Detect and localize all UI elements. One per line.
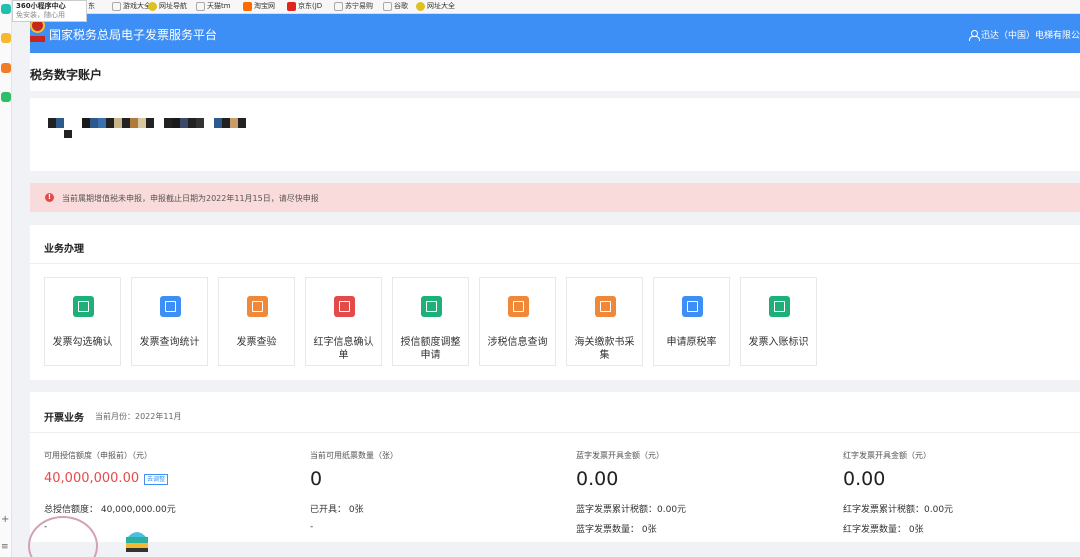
nav-icon <box>416 1 425 11</box>
invoicing-panel: 开票业务 当前月份：2022年11月 可用授信额度（申报前）（元） 40,000… <box>30 392 1080 542</box>
redacted-account-name <box>48 118 246 138</box>
bookmark-item[interactable]: 淘宝网 <box>243 1 275 11</box>
floating-mascot-icon[interactable] <box>122 527 152 553</box>
tile-invoice-query[interactable]: 发票查询统计 <box>131 277 208 366</box>
tile-customs-collection[interactable]: 海关缴款书采集 <box>566 277 643 366</box>
tile-credit-adjust[interactable]: 授信额度调整申请 <box>392 277 469 366</box>
folder-search-icon <box>508 296 529 317</box>
page-icon <box>383 1 392 11</box>
plus-icon[interactable]: + <box>1 515 11 525</box>
bookmark-item[interactable]: 游戏大全 <box>112 1 151 11</box>
bookmark-item[interactable]: 东 <box>88 1 95 11</box>
section-title: 开票业务 <box>44 413 84 424</box>
browser-sidebar: + ≡ <box>0 0 12 557</box>
tmall-icon <box>196 1 205 11</box>
bookmark-item[interactable]: 京东(JD <box>287 1 322 11</box>
red-doc-icon <box>334 296 355 317</box>
page-title: 税务数字账户 <box>30 68 103 82</box>
business-tiles: 发票勾选确认 发票查询统计 发票查验 红字信息确认单 授信额度调整申请 涉税信息… <box>44 277 817 366</box>
ticket-check-icon <box>247 296 268 317</box>
menu-icon[interactable]: ≡ <box>1 542 11 552</box>
credit-value: 40,000,000.00 <box>44 471 140 486</box>
divider <box>30 263 1080 264</box>
bookmarks-bar: 东 游戏大全 网址导航 天猫tm 淘宝网 京东(JD 苏宁易购 谷歌 网址大全 <box>0 0 1080 14</box>
tile-invoice-selection[interactable]: 发票勾选确认 <box>44 277 121 366</box>
account-panel <box>30 98 1080 171</box>
divider <box>30 432 1080 433</box>
declaration-alert: ! 当前属期增值税未申报，申报截止日期为2022年11月15日，请尽快申报 <box>30 183 1080 212</box>
taobao-icon <box>243 1 252 11</box>
nav-icon <box>148 1 157 11</box>
ticket-icon <box>73 296 94 317</box>
tile-red-letter-confirm[interactable]: 红字信息确认单 <box>305 277 382 366</box>
tax-emblem-logo <box>30 18 45 46</box>
tile-ledger-mark[interactable]: 发票入账标识 <box>740 277 817 366</box>
customs-icon <box>595 296 616 317</box>
page-icon <box>334 1 343 11</box>
bookmark-item[interactable]: 网址导航 <box>148 1 187 11</box>
app-header: 国家税务总局电子发票服务平台 迅达（中国）电梯有限公 <box>30 14 1080 53</box>
edit-doc-icon <box>421 296 442 317</box>
star-icon[interactable] <box>1 33 11 43</box>
jd-icon <box>287 1 296 11</box>
bookmark-item[interactable]: 天猫tm <box>196 1 231 11</box>
stat-red-invoices: 红字发票开具金额（元） 0.00 红字发票累计税额：0.00元 红字发票数量： … <box>843 451 954 535</box>
bookmark-item[interactable]: 谷歌 <box>383 1 408 11</box>
business-panel: 业务办理 发票勾选确认 发票查询统计 发票查验 红字信息确认单 授信额度调整申请… <box>30 225 1080 380</box>
stat-paper-invoices: 当前可用纸票数量（张） 0 已开具： 0张 - <box>310 451 398 532</box>
platform-title: 国家税务总局电子发票服务平台 <box>49 28 218 42</box>
bookmark-item[interactable]: 网址大全 <box>416 1 455 11</box>
stat-blue-invoices: 蓝字发票开具金额（元） 0.00 蓝字发票累计税额：0.00元 蓝字发票数量： … <box>576 451 687 535</box>
user-name: 迅达（中国）电梯有限公 <box>980 31 1080 41</box>
alert-message: 当前属期增值税未申报，申报截止日期为2022年11月15日，请尽快申报 <box>62 194 319 203</box>
ledger-icon <box>769 296 790 317</box>
sidebar-app-icon[interactable] <box>1 4 11 14</box>
miniapp-tooltip: 360小程序中心 免安装，随心用 <box>12 0 87 22</box>
bookmark-item[interactable]: 苏宁易购 <box>334 1 373 11</box>
page-icon <box>112 1 121 11</box>
chat-icon[interactable] <box>1 92 11 102</box>
weibo-icon[interactable] <box>1 63 11 73</box>
page-header: 税务数字账户 <box>30 53 1080 91</box>
tile-tax-info-query[interactable]: 涉税信息查询 <box>479 277 556 366</box>
section-title: 业务办理 <box>44 244 84 255</box>
tile-invoice-verify[interactable]: 发票查验 <box>218 277 295 366</box>
search-doc-icon <box>160 296 181 317</box>
adjust-button[interactable]: 去调整 <box>144 473 169 485</box>
tooltip-title: 360小程序中心 <box>16 2 66 10</box>
tooltip-subtitle: 免安装，随心用 <box>16 11 65 19</box>
tile-original-rate[interactable]: 申请原税率 <box>653 277 730 366</box>
current-month: 当前月份：2022年11月 <box>95 412 182 421</box>
warning-icon: ! <box>45 193 54 202</box>
apply-icon <box>682 296 703 317</box>
user-icon <box>968 30 980 41</box>
user-menu[interactable]: 迅达（中国）电梯有限公 <box>968 28 1080 41</box>
